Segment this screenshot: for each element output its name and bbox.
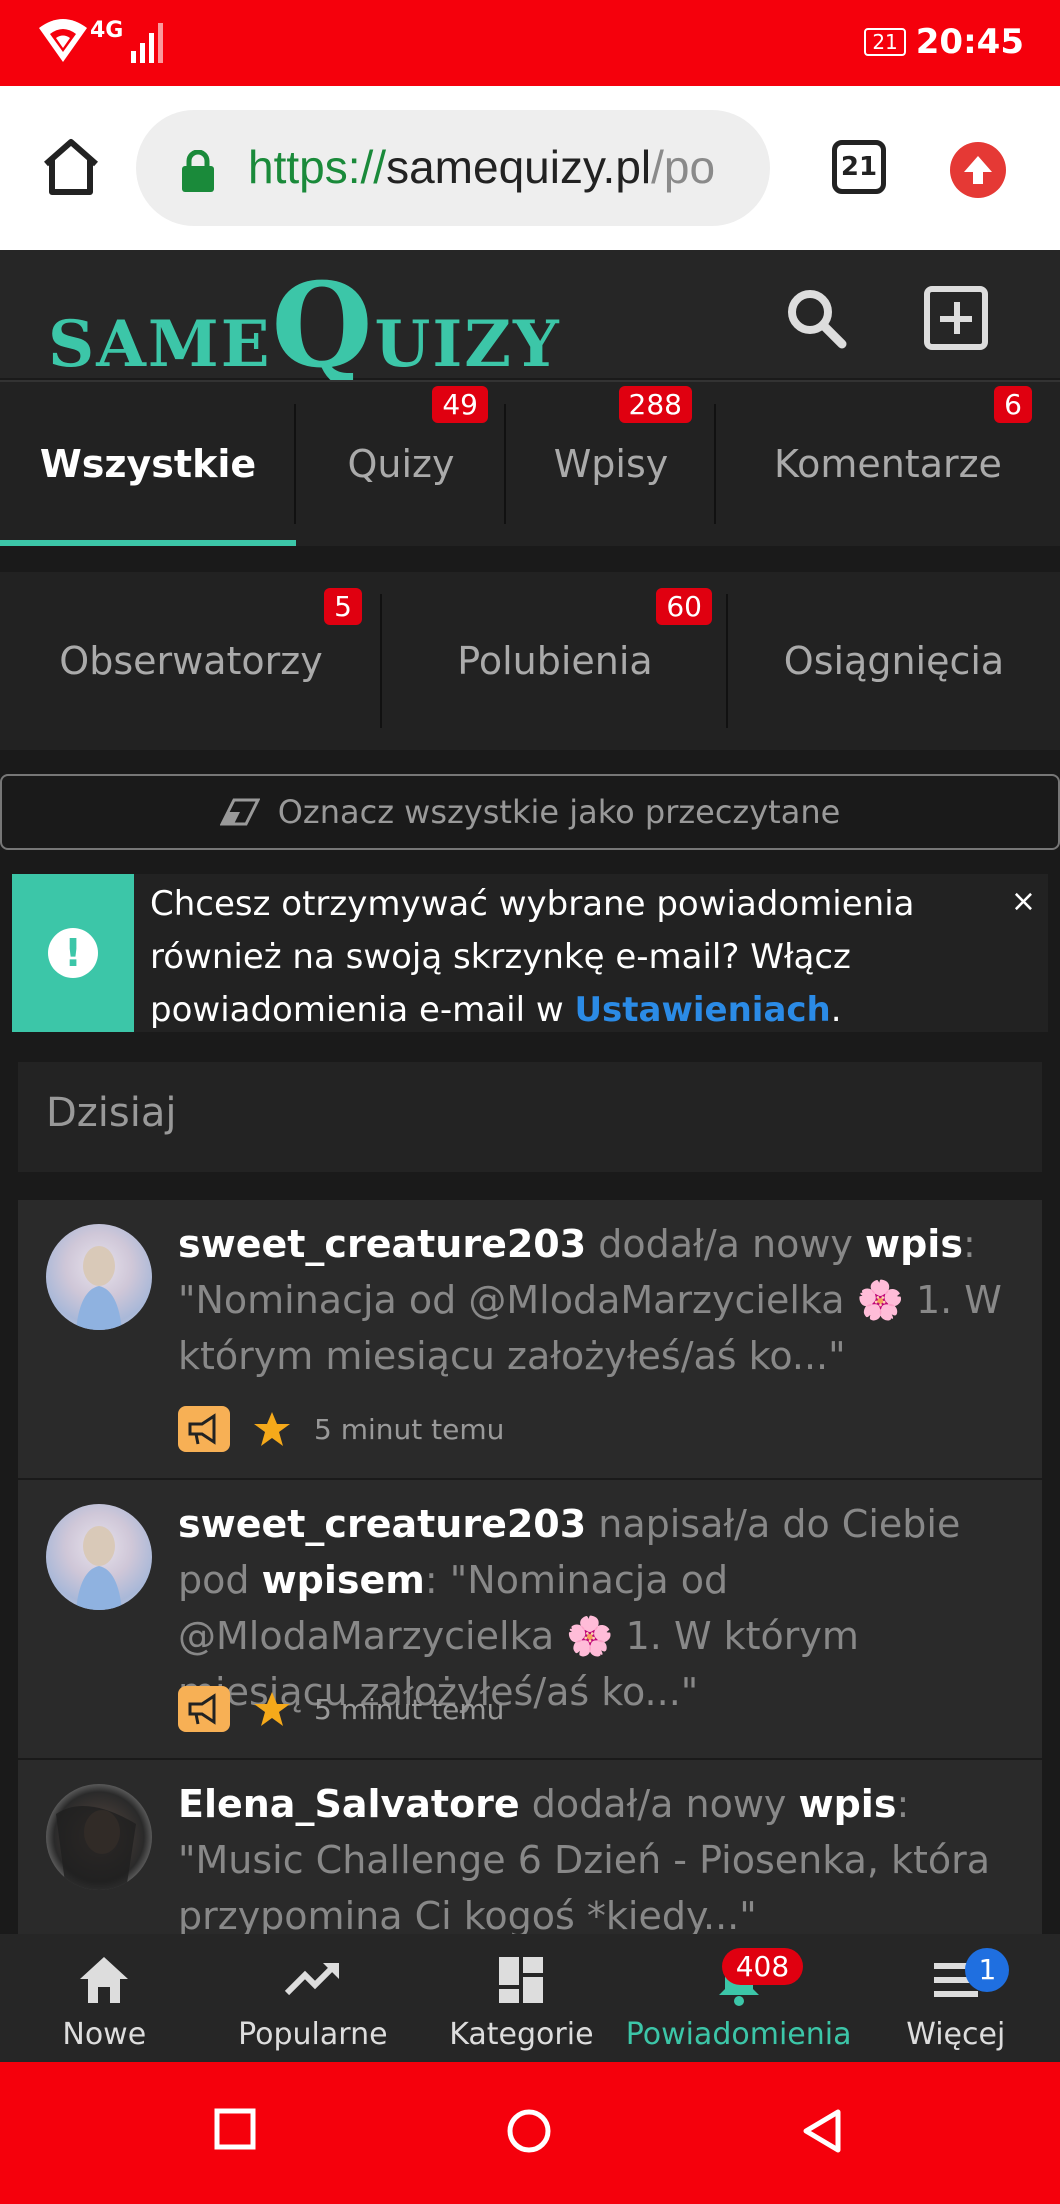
- search-icon: [788, 290, 847, 349]
- nav-label: Nowe: [62, 2017, 147, 2052]
- arrow-up-icon: [964, 156, 992, 184]
- home-nav-button[interactable]: [506, 2108, 552, 2158]
- avatar-image: [76, 1526, 122, 1610]
- notification-meta: 5 minut temu: [178, 1686, 504, 1732]
- notifications-badge: 408: [721, 1948, 804, 1985]
- samequizy-logo[interactable]: SAMEQUIZY: [48, 258, 561, 394]
- square-icon: [214, 2108, 256, 2150]
- notification-feed: sweet_creature203 dodał/a nowy wpis: "No…: [18, 1200, 1042, 1934]
- email-notice-banner: ! Chcesz otrzymywać wybrane powiadomieni…: [12, 874, 1048, 1032]
- browser-toolbar: https://samequizy.pl/po 21: [0, 86, 1060, 250]
- lock-icon: [182, 150, 214, 192]
- status-bar: 4G 21 20:45: [0, 0, 1060, 86]
- trending-icon: [284, 1963, 339, 1996]
- settings-link[interactable]: Ustawieniach: [574, 990, 830, 1030]
- nav-powiadomienia[interactable]: 408 Powiadomienia: [625, 1934, 852, 2062]
- star-icon: [254, 1412, 290, 1446]
- nav-popularne[interactable]: Popularne: [209, 1934, 418, 2062]
- tab-osiagniecia[interactable]: Osiągnięcia: [728, 572, 1060, 750]
- back-button[interactable]: [800, 2108, 844, 2158]
- bottom-navigation: Nowe Popularne Kategorie 408 Powiadomien…: [0, 1934, 1060, 2062]
- notification-tabs-secondary: Obserwatorzy 5 Polubienia 60 Osiągnięcia: [0, 572, 1060, 750]
- tab-label: Osiągnięcia: [783, 639, 1005, 683]
- network-type: 4G: [90, 18, 124, 43]
- wifi-icon: [39, 19, 87, 62]
- star-icon: [254, 1692, 290, 1726]
- nav-nowe[interactable]: Nowe: [0, 1934, 209, 2062]
- avatar[interactable]: [46, 1784, 152, 1890]
- search-button[interactable]: [784, 286, 848, 350]
- count-badge: 49: [432, 386, 488, 423]
- notification-item[interactable]: sweet_creature203 napisał/a do Ciebie po…: [18, 1480, 1042, 1758]
- tab-wszystkie[interactable]: Wszystkie: [0, 382, 296, 546]
- count-badge: 60: [656, 588, 712, 625]
- count-badge: 6: [994, 386, 1032, 423]
- signal-icon: [131, 23, 164, 63]
- home-button[interactable]: [38, 134, 104, 200]
- dashboard-icon: [499, 1957, 544, 2003]
- exclamation-icon: !: [48, 928, 98, 978]
- megaphone-icon: [178, 1686, 230, 1732]
- active-tab-indicator: [0, 540, 296, 546]
- count-badge: 5: [324, 588, 362, 625]
- recents-button[interactable]: [214, 2108, 256, 2154]
- tab-wpisy[interactable]: Wpisy 288: [506, 382, 716, 546]
- tab-polubienia[interactable]: Polubienia 60: [382, 572, 728, 750]
- home-icon: [44, 139, 98, 195]
- notification-count-badge: 21: [864, 28, 906, 56]
- avatar-image: [56, 1806, 136, 1890]
- tab-komentarze[interactable]: Komentarze 6: [716, 382, 1060, 546]
- clock: 20:45: [915, 22, 1024, 62]
- avatar-image: [76, 1246, 122, 1330]
- timestamp: 5 minut temu: [314, 1412, 505, 1446]
- tab-label: Quizy: [347, 442, 455, 486]
- notice-text: Chcesz otrzymywać wybrane powiadomienia …: [150, 884, 915, 1030]
- tab-switcher-button[interactable]: 21: [832, 140, 886, 194]
- tab-label: Obserwatorzy: [59, 639, 323, 683]
- notification-meta: 5 minut temu: [178, 1406, 504, 1452]
- home-icon: [80, 1957, 129, 2003]
- back-triangle-icon: [803, 2109, 841, 2153]
- close-icon[interactable]: ×: [1011, 884, 1036, 919]
- more-badge: 1: [965, 1948, 1010, 1992]
- circle-icon: [507, 2109, 551, 2153]
- address-bar[interactable]: https://samequizy.pl/po: [136, 110, 770, 226]
- url-text: https://samequizy.pl/po: [248, 141, 716, 193]
- tab-label: Komentarze: [774, 442, 1002, 486]
- tab-obserwatorzy[interactable]: Obserwatorzy 5: [0, 572, 382, 750]
- count-badge: 288: [618, 386, 692, 423]
- nav-label: Więcej: [906, 2017, 1006, 2052]
- nav-label: Powiadomienia: [625, 2017, 852, 2052]
- tab-label: Polubienia: [457, 639, 653, 683]
- nav-label: Kategorie: [449, 2017, 594, 2052]
- nav-kategorie[interactable]: Kategorie: [417, 1934, 626, 2062]
- system-navigation-bar: [0, 2062, 1060, 2204]
- update-button[interactable]: [950, 142, 1006, 198]
- notification-item[interactable]: sweet_creature203 dodał/a nowy wpis: "No…: [18, 1200, 1042, 1478]
- tab-label: Wszystkie: [39, 442, 257, 486]
- notification-tabs-primary: Wszystkie Quizy 49 Wpisy 288 Komentarze …: [0, 380, 1060, 546]
- add-button[interactable]: [924, 286, 988, 350]
- timestamp: 5 minut temu: [314, 1692, 505, 1726]
- notification-text: Elena_Salvatore dodał/a nowy wpis: "Musi…: [178, 1782, 991, 1934]
- notification-text: sweet_creature203 dodał/a nowy wpis: "No…: [178, 1222, 1002, 1378]
- avatar[interactable]: [46, 1504, 152, 1610]
- tab-label: Wpisy: [553, 442, 669, 486]
- tab-quizy[interactable]: Quizy 49: [296, 382, 506, 546]
- mark-all-read-label: Oznacz wszystkie jako przeczytane: [277, 793, 841, 831]
- notification-item[interactable]: Elena_Salvatore dodał/a nowy wpis: "Musi…: [18, 1760, 1042, 1934]
- nav-label: Popularne: [238, 2017, 388, 2052]
- eraser-icon: [219, 798, 260, 826]
- avatar[interactable]: [46, 1224, 152, 1330]
- mark-all-read-button[interactable]: Oznacz wszystkie jako przeczytane: [0, 774, 1060, 850]
- site-header: SAMEQUIZY: [0, 250, 1060, 394]
- megaphone-icon: [178, 1406, 230, 1452]
- day-header: Dzisiaj: [18, 1062, 1042, 1172]
- notice-accent: !: [12, 874, 134, 1032]
- nav-wiecej[interactable]: 1 Więcej: [851, 1934, 1060, 2062]
